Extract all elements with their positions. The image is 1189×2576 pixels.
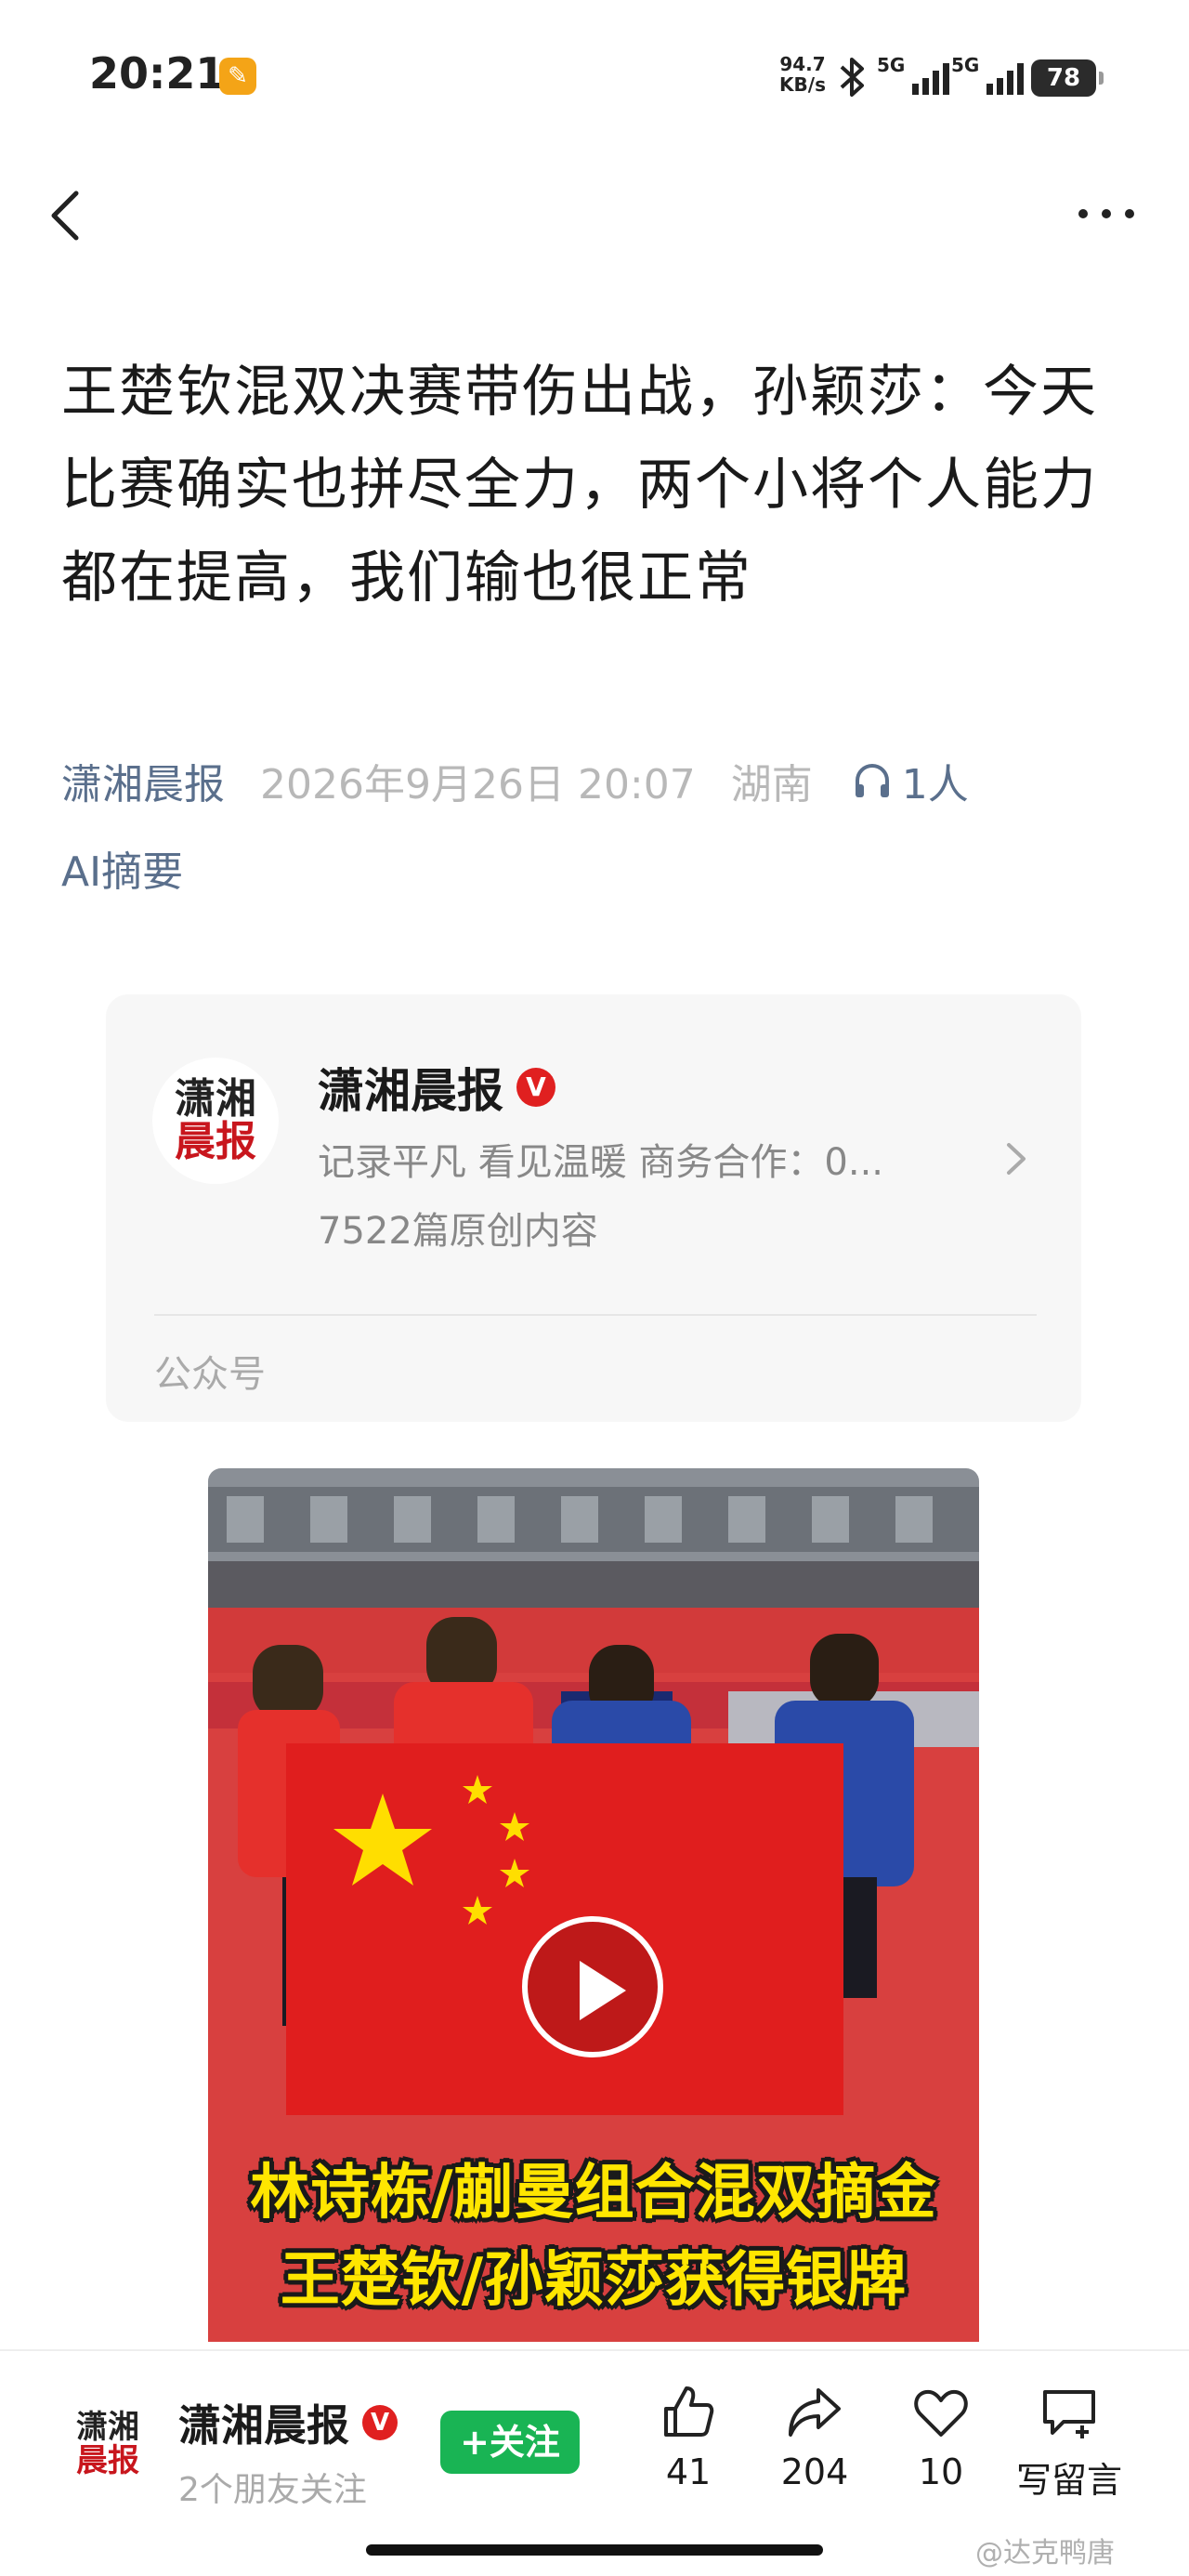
video-caption-line2: 王楚钦/孙颖莎获得银牌 — [280, 2246, 908, 2315]
article-title: 王楚钦混双决赛带伤出战，孙颖莎：今天比赛确实也拼尽全力，两个小将个人能力都在提高… — [61, 360, 1098, 611]
share-button[interactable]: 204 — [745, 2383, 884, 2492]
comment-icon — [1043, 2390, 1095, 2438]
video-player[interactable]: 林诗栋/蒯曼组合混双摘金 王楚钦/孙颖莎获得银牌 — [208, 1468, 979, 2342]
status-time: 20:21 — [89, 48, 226, 99]
network-speed: 94.7 KB/s — [775, 54, 830, 95]
comment-button[interactable]: 写留言 — [1000, 2383, 1139, 2503]
account-avatar-small[interactable]: 潇湘 晨报 — [69, 2401, 147, 2485]
friends-following-text: 2个朋友关注 — [178, 2471, 367, 2509]
bottom-account-name[interactable]: 潇湘晨报 V — [178, 2392, 398, 2453]
headphones-icon — [855, 764, 889, 797]
listener-count: 1人 — [901, 761, 969, 808]
like-button[interactable]: 41 — [619, 2383, 758, 2492]
favorite-count: 10 — [918, 2451, 964, 2492]
account-avatar: 潇湘 晨报 — [152, 1058, 279, 1184]
signal-type-label: 5G — [877, 54, 906, 76]
listen-button[interactable]: 1人 — [852, 751, 969, 810]
ai-summary-link[interactable]: AI摘要 — [61, 838, 183, 898]
verified-icon: V — [516, 1068, 555, 1107]
divider — [154, 1314, 1037, 1316]
follow-button[interactable]: +关注 — [440, 2411, 580, 2474]
share-arrow-icon — [789, 2388, 841, 2437]
network-speed-value: 94.7 — [779, 53, 826, 75]
signal-strength-icon: 5G — [951, 54, 1024, 97]
network-speed-unit: KB/s — [779, 73, 826, 96]
comment-label: 写留言 — [1015, 2460, 1122, 2501]
publish-region: 湖南 — [730, 761, 813, 808]
article-meta: 潇湘晨报 2026年9月26日 20:07 湖南 1人 — [61, 747, 969, 814]
account-type: 公众号 — [154, 1353, 266, 1396]
share-count: 204 — [780, 2451, 849, 2492]
article-source-link[interactable]: 潇湘晨报 — [61, 751, 225, 810]
video-caption-line1: 林诗栋/蒯曼组合混双摘金 — [250, 2159, 937, 2228]
account-name: 潇湘晨报 V — [318, 1054, 555, 1121]
home-indicator[interactable] — [366, 2544, 823, 2556]
battery-icon: 78 — [1031, 59, 1104, 97]
signal-type-label: 5G — [951, 54, 980, 76]
status-bar: 20:21 ✎ 94.7 KB/s 5G 5G 78 — [0, 0, 1189, 158]
publish-date: 2026年9月26日 20:07 — [260, 761, 696, 808]
watermark: @达克鸭唐 — [975, 2537, 1115, 2569]
play-button[interactable] — [522, 1916, 663, 2057]
signal-strength-icon: 5G — [877, 54, 949, 97]
more-options-icon[interactable] — [1074, 186, 1139, 242]
account-card[interactable]: 潇湘 晨报 潇湘晨报 V 记录平凡 看见温暖 商务合作：0... 7522篇原创… — [106, 994, 1081, 1422]
favorite-button[interactable]: 10 — [871, 2383, 1011, 2492]
chevron-right-icon — [998, 1136, 1035, 1182]
bluetooth-icon — [836, 56, 868, 108]
heart-icon — [914, 2389, 968, 2437]
back-arrow-icon[interactable] — [41, 178, 97, 253]
like-count: 41 — [665, 2451, 712, 2492]
account-description: 记录平凡 看见温暖 商务合作：0... — [318, 1141, 884, 1184]
thumbs-up-icon — [664, 2386, 714, 2437]
notification-app-icon: ✎ — [219, 58, 256, 95]
verified-icon: V — [362, 2405, 398, 2440]
original-content-count: 7522篇原创内容 — [318, 1210, 598, 1253]
